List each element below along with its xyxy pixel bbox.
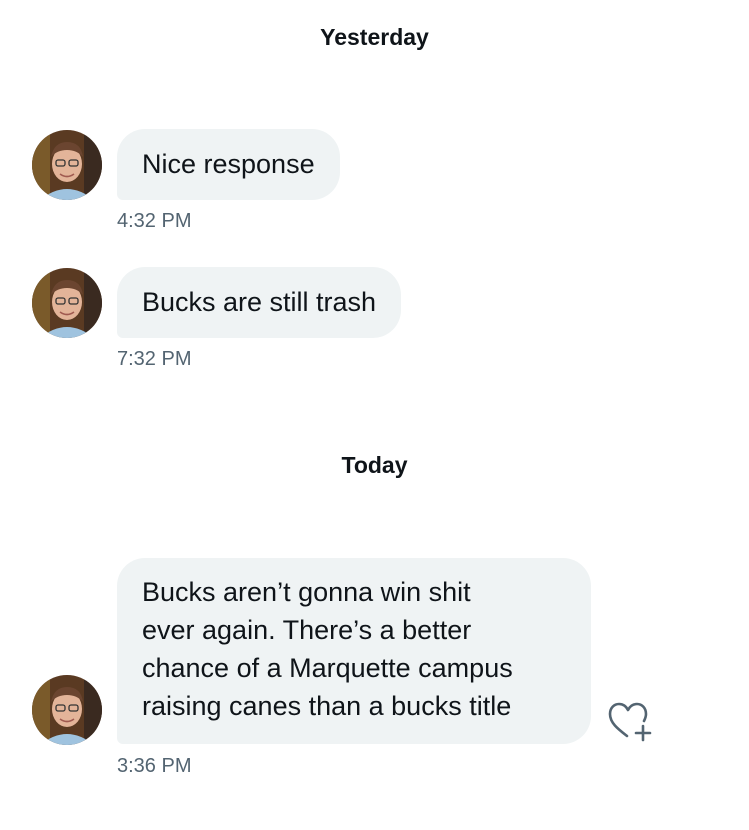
avatar[interactable]	[32, 675, 102, 745]
message-text: Nice response	[142, 149, 315, 179]
message-text-line: Bucks aren’t gonna win shit	[142, 577, 471, 607]
message-bubble[interactable]: Nice response	[117, 129, 340, 200]
message-timestamp: 7:32 PM	[117, 348, 192, 370]
message-timestamp: 4:32 PM	[117, 210, 192, 232]
day-separator-yesterday: Yesterday	[320, 24, 429, 50]
message-timestamp: 3:36 PM	[117, 755, 192, 777]
heart-plus-icon[interactable]	[606, 700, 654, 744]
avatar[interactable]	[32, 130, 102, 200]
day-separator-today: Today	[341, 452, 408, 478]
message-text-line: raising canes than a bucks title	[142, 691, 512, 721]
avatar[interactable]	[32, 268, 102, 338]
message-text-line: chance of a Marquette campus	[142, 653, 513, 683]
message-text: Bucks are still trash	[142, 287, 377, 317]
message-bubble[interactable]: Bucks are still trash	[117, 267, 402, 338]
message-bubble[interactable]: Bucks aren’t gonna win shit ever again. …	[117, 558, 591, 744]
message-text-line: ever again. There’s a better	[142, 615, 472, 645]
